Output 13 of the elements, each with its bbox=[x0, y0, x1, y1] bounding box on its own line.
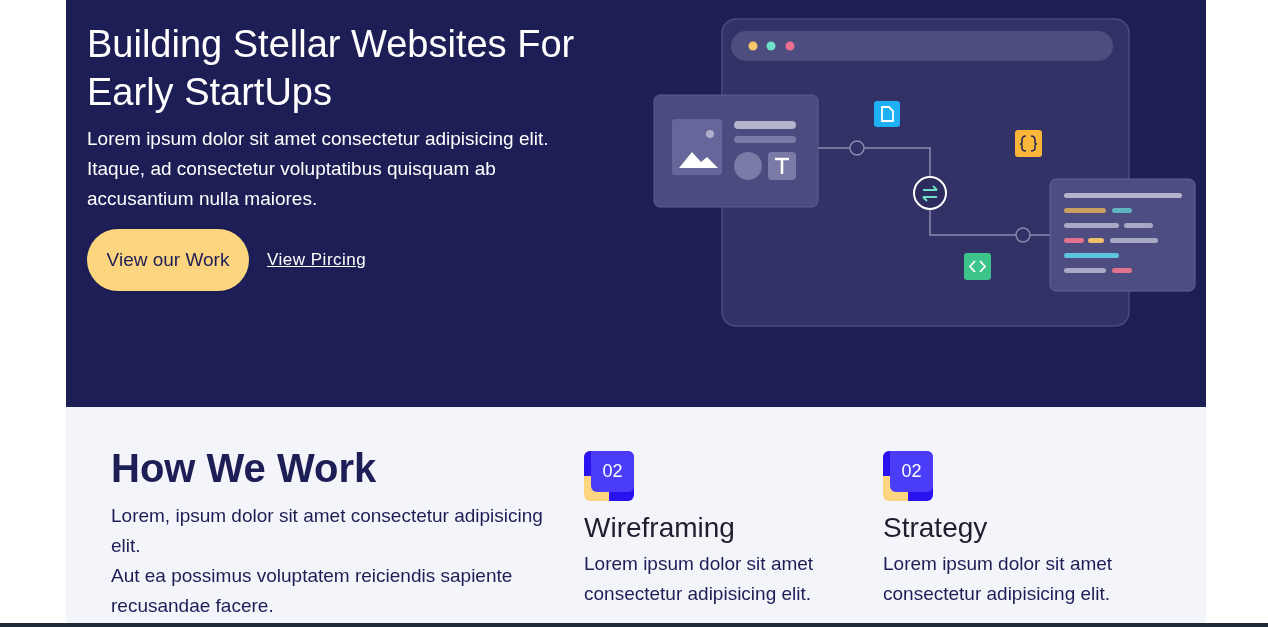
section-text: Lorem, ipsum dolor sit amet consectetur adipisicing elit. bbox=[111, 504, 544, 558]
section-text: Aut ea possimus voluptatem reiciendis sapiente recusandae facere. bbox=[111, 564, 514, 618]
hero-text: Lorem ipsum dolor sit amet consectetur adipisicing elit. Itaque, ad consectetur voluptatibus quisquam ab accusantium nulla maiores. bbox=[87, 127, 550, 211]
step-title: Wireframing bbox=[584, 511, 736, 545]
view-work-button[interactable]: View our Work bbox=[87, 229, 249, 291]
step-badge: 02 bbox=[883, 451, 933, 501]
step-text: Lorem ipsum dolor sit amet consectetur adipisicing elit. bbox=[883, 552, 1114, 606]
pricing-link[interactable]: View Pircing bbox=[267, 250, 367, 270]
step-title: Strategy bbox=[883, 511, 989, 545]
step-text: Lorem ipsum dolor sit amet consectetur adipisicing elit. bbox=[584, 552, 815, 606]
hero-title: Building Stellar Websites For Early StartUps bbox=[87, 22, 576, 115]
step-badge: 02 bbox=[584, 451, 634, 501]
section-title: How We Work bbox=[111, 447, 378, 489]
